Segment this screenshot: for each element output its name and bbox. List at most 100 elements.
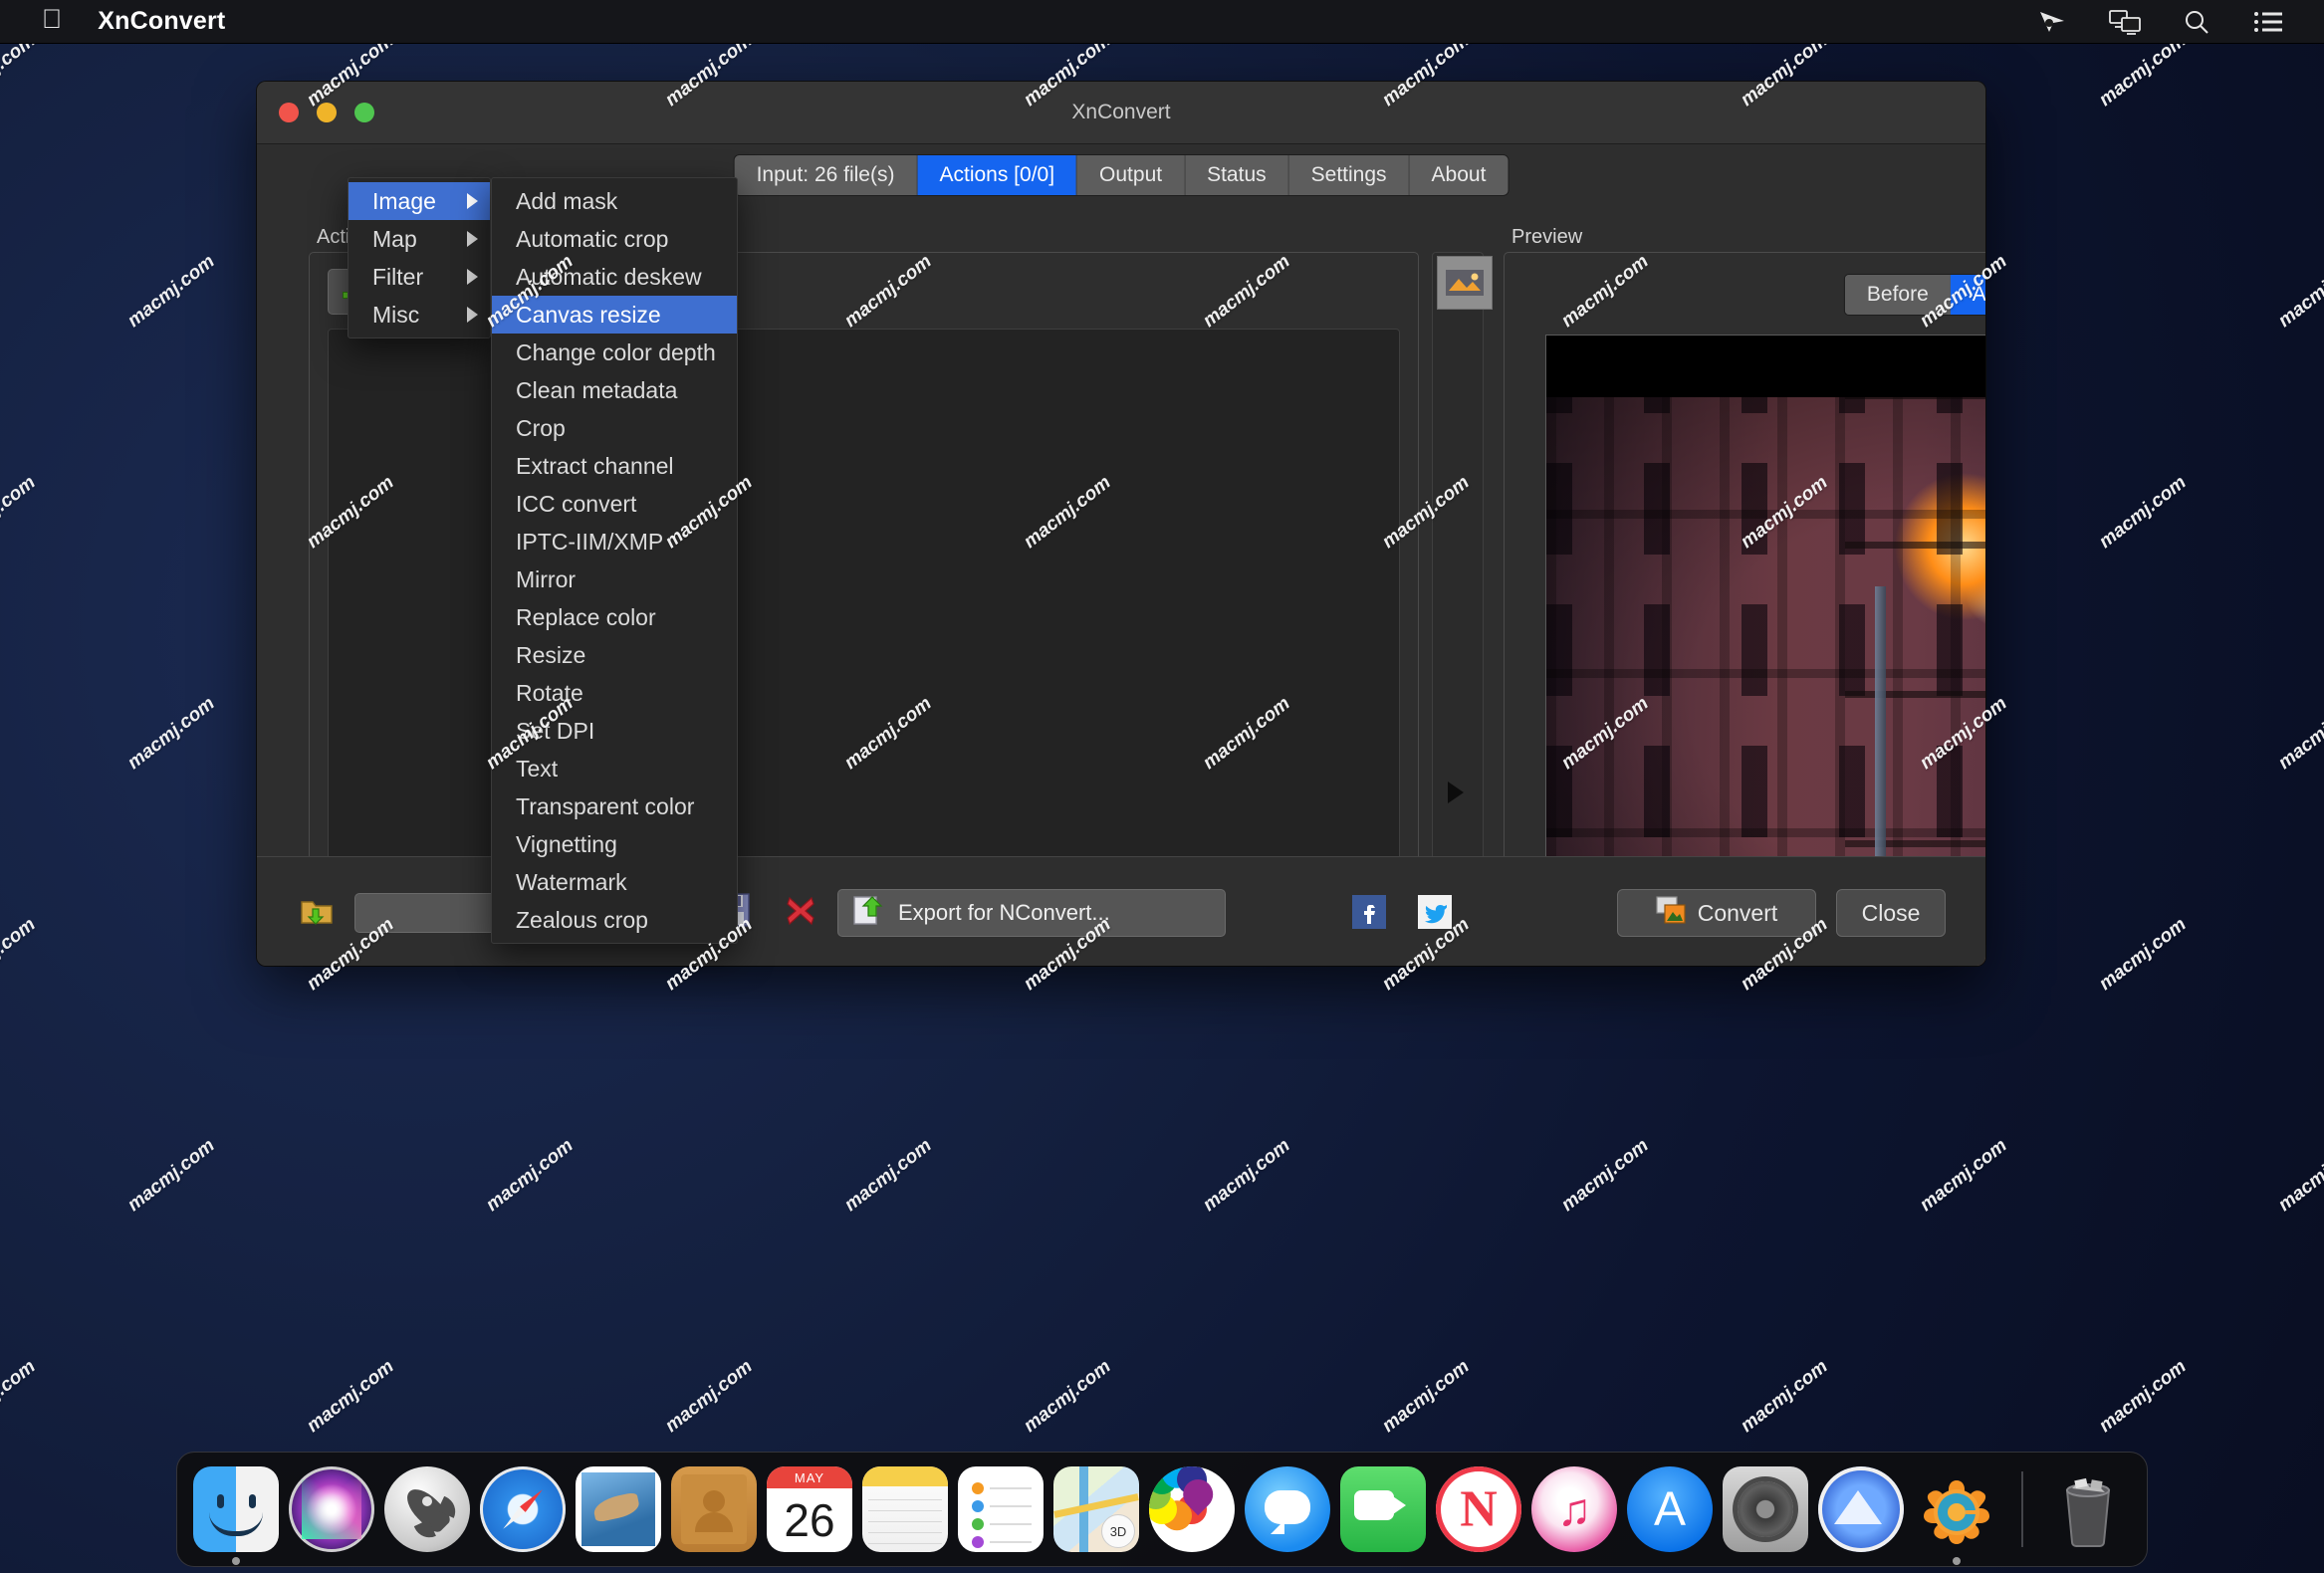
dock-item-notes[interactable] [862, 1466, 948, 1552]
submenu-item-zealous-crop[interactable]: Zealous crop [492, 901, 737, 939]
facebook-icon[interactable] [1352, 895, 1386, 929]
dock-item-finder[interactable] [193, 1466, 279, 1565]
submenu-item-automatic-crop[interactable]: Automatic crop [492, 220, 737, 258]
watermark-text: macmj.com [1557, 1135, 1653, 1217]
menu-item-map[interactable]: Map [349, 220, 490, 258]
submenu-item-set-dpi[interactable]: Set DPI [492, 712, 737, 750]
convert-icon [1656, 896, 1686, 930]
menu-item-filter[interactable]: Filter [349, 258, 490, 296]
apple-menu-icon[interactable]:  [42, 6, 62, 33]
submenu-item-clean-metadata[interactable]: Clean metadata [492, 371, 737, 409]
dock-item-xnview[interactable] [1818, 1466, 1904, 1552]
dock-item-app-store[interactable]: A [1627, 1466, 1713, 1552]
dock-item-launchpad[interactable] [384, 1466, 470, 1552]
watermark-text: macmj.com [2274, 251, 2324, 333]
submenu-item-add-mask[interactable]: Add mask [492, 182, 737, 220]
image-thumbnail-icon [1446, 270, 1484, 296]
submenu-item-change-color-depth[interactable]: Change color depth [492, 334, 737, 371]
dock-item-itunes[interactable]: ♫ [1531, 1466, 1617, 1552]
watermark-text: macmj.com [1378, 1356, 1474, 1438]
submenu-item-automatic-deskew[interactable]: Automatic deskew [492, 258, 737, 296]
watermark-text: macmj.com [1199, 1135, 1294, 1217]
delete-preset-icon[interactable] [785, 895, 816, 927]
watermark-text: macmj.com [303, 1356, 398, 1438]
dock-item-facetime[interactable] [1340, 1466, 1426, 1552]
window-title-bar: XnConvert [257, 82, 1985, 144]
dock-item-xnconvert[interactable] [1914, 1466, 1999, 1565]
control-center-icon[interactable] [2252, 9, 2284, 35]
convert-button[interactable]: Convert [1617, 889, 1816, 937]
cursor-pointer-icon[interactable] [2037, 9, 2069, 35]
submenu-arrow-icon [467, 307, 478, 323]
submenu-item-transparent-color[interactable]: Transparent color [492, 787, 737, 825]
dock-item-siri[interactable] [289, 1466, 374, 1552]
menu-item-misc[interactable]: Misc [349, 296, 490, 334]
submenu-item-replace-color[interactable]: Replace color [492, 598, 737, 636]
submenu-item-text[interactable]: Text [492, 750, 737, 787]
macos-menu-bar:  XnConvert [0, 0, 2324, 44]
letterbox-top [1546, 336, 1985, 397]
menu-bar-status-icons [2037, 9, 2284, 35]
screen-mirroring-icon[interactable] [2109, 9, 2141, 35]
dock-item-maps[interactable]: 3D [1053, 1466, 1139, 1552]
watermark-text: macmj.com [1737, 1356, 1832, 1438]
news-glyph: N [1460, 1480, 1498, 1538]
image-actions-submenu: Add mask Automatic crop Automatic deskew… [491, 177, 738, 944]
after-tab[interactable]: After [1950, 275, 1985, 315]
preview-thumbnail[interactable] [1437, 256, 1493, 310]
dock-item-trash[interactable] [2045, 1466, 2131, 1552]
submenu-arrow-icon [467, 193, 478, 209]
submenu-item-resize[interactable]: Resize [492, 636, 737, 674]
export-for-nconvert-button[interactable]: Export for NConvert... [837, 889, 1226, 937]
before-tab[interactable]: Before [1844, 275, 1951, 315]
submenu-item-vignetting[interactable]: Vignetting [492, 825, 737, 863]
export-icon [852, 894, 884, 932]
submenu-item-extract-channel[interactable]: Extract channel [492, 447, 737, 485]
menu-item-filter-label: Filter [372, 263, 424, 290]
dock-item-messages[interactable] [1245, 1466, 1330, 1552]
convert-button-label: Convert [1697, 899, 1778, 926]
dock-item-photos[interactable] [1149, 1466, 1235, 1552]
menu-item-image[interactable]: Image [349, 182, 490, 220]
running-indicator [1953, 1557, 1961, 1565]
calendar-day-label: 26 [784, 1494, 835, 1546]
dock-separator [2021, 1471, 2023, 1547]
xnconvert-logo-icon [1924, 1480, 1989, 1544]
submenu-arrow-icon [467, 231, 478, 247]
menu-item-image-label: Image [372, 187, 436, 214]
dock-item-system-preferences[interactable] [1723, 1466, 1808, 1552]
open-preset-folder-icon[interactable] [301, 897, 333, 925]
submenu-item-icc-convert[interactable]: ICC convert [492, 485, 737, 523]
watermark-text: macmj.com [123, 251, 219, 333]
submenu-item-iptc-iim-xmp[interactable]: IPTC-IIM/XMP [492, 523, 737, 561]
dock-item-reminders[interactable] [958, 1466, 1044, 1552]
watermark-text: macmj.com [482, 1135, 578, 1217]
menu-item-map-label: Map [372, 225, 417, 252]
submenu-item-watermark[interactable]: Watermark [492, 863, 737, 901]
search-icon[interactable] [2181, 9, 2212, 35]
close-button-label: Close [1861, 899, 1921, 926]
close-button[interactable]: Close [1836, 889, 1946, 937]
twitter-icon[interactable] [1418, 895, 1452, 929]
dock-item-calendar[interactable]: MAY 26 [767, 1466, 852, 1552]
window-title: XnConvert [1071, 101, 1171, 123]
dock-item-contacts[interactable] [671, 1466, 757, 1552]
watermark-text: macmj.com [2274, 693, 2324, 775]
watermark-text: macmj.com [1916, 1135, 2011, 1217]
submenu-item-canvas-resize[interactable]: Canvas resize [492, 296, 737, 334]
export-button-label: Export for NConvert... [898, 900, 1110, 925]
submenu-item-rotate[interactable]: Rotate [492, 674, 737, 712]
dock-item-news[interactable]: N [1436, 1466, 1521, 1552]
dock-item-safari[interactable] [480, 1466, 566, 1552]
watermark-text: macmj.com [2095, 1356, 2191, 1438]
watermark-text: macmj.com [1020, 1356, 1115, 1438]
submenu-item-mirror[interactable]: Mirror [492, 561, 737, 598]
collapse-panel-arrow-icon[interactable] [1448, 782, 1464, 803]
watermark-text: macmj.com [2274, 1135, 2324, 1217]
submenu-item-crop[interactable]: Crop [492, 409, 737, 447]
dock-item-mail[interactable] [576, 1466, 661, 1552]
app-store-glyph: A [1653, 1482, 1687, 1536]
submenu-arrow-icon [467, 269, 478, 285]
active-app-name[interactable]: XnConvert [98, 7, 225, 36]
itunes-glyph: ♫ [1556, 1483, 1592, 1535]
